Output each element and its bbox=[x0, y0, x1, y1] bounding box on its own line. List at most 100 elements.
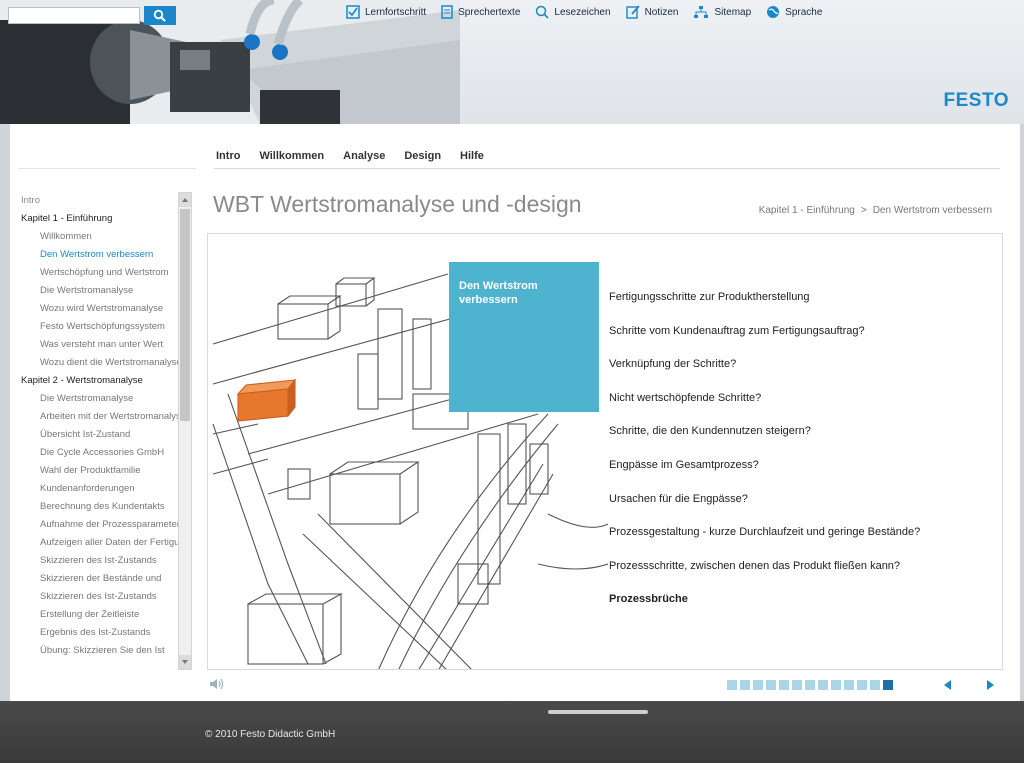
sidebar-item[interactable]: Die Cycle Accessories GmbH bbox=[18, 444, 178, 462]
sidebar-toc: Intro Kapitel 1 - Einführung Willkommen Den… bbox=[18, 192, 178, 670]
sidebar-item[interactable]: Festo Wertschöpfungssystem bbox=[18, 318, 178, 336]
progress-dot[interactable] bbox=[792, 680, 802, 690]
festo-logo: FESTO bbox=[943, 90, 1009, 111]
toolbar-lernfortschritt[interactable]: Lernfortschritt bbox=[346, 5, 426, 19]
sidebar-item[interactable]: Skizzieren der Bestände und bbox=[18, 570, 178, 588]
progress-dot[interactable] bbox=[766, 680, 776, 690]
scrollbar-thumb[interactable] bbox=[180, 209, 190, 421]
progress-dot[interactable] bbox=[740, 680, 750, 690]
question-list: Fertigungsschritte zur Produktherstellun… bbox=[609, 291, 999, 627]
arrow-up-icon bbox=[182, 198, 188, 202]
progress-icon bbox=[346, 5, 360, 19]
toolbar-notizen[interactable]: Notizen bbox=[625, 5, 679, 19]
nav-analyse[interactable]: Analyse bbox=[343, 150, 385, 162]
sidebar-scrollbar[interactable] bbox=[178, 192, 192, 670]
nav-intro[interactable]: Intro bbox=[216, 150, 240, 162]
sidebar-divider bbox=[18, 168, 196, 169]
progress-dot[interactable] bbox=[857, 680, 867, 690]
progress-dot[interactable] bbox=[727, 680, 737, 690]
sidebar-item[interactable]: Willkommen bbox=[18, 228, 178, 246]
toolbar-label: Sprechertexte bbox=[458, 6, 521, 18]
sidebar-item[interactable]: Skizzieren des Ist-Zustands bbox=[18, 588, 178, 606]
toolbar-label: Lesezeichen bbox=[554, 6, 611, 18]
sidebar-item[interactable]: Aufzeigen aller Daten der Fertigung bbox=[18, 534, 178, 552]
sidebar-item[interactable]: Berechnung des Kundentakts bbox=[18, 498, 178, 516]
document-icon bbox=[441, 5, 453, 19]
previous-button[interactable] bbox=[940, 677, 956, 693]
topic-box: Den Wertstrom verbessern bbox=[449, 262, 599, 412]
nav-willkommen[interactable]: Willkommen bbox=[259, 150, 324, 162]
progress-dot[interactable] bbox=[805, 680, 815, 690]
sidebar-item[interactable]: Übersicht Ist-Zustand bbox=[18, 426, 178, 444]
arrow-left-icon bbox=[944, 680, 951, 690]
pencil-icon bbox=[625, 5, 640, 19]
progress-dot[interactable] bbox=[779, 680, 789, 690]
header: Lernfortschritt Sprechertexte Lesezeiche… bbox=[0, 0, 1024, 124]
sidebar-item[interactable]: Intro bbox=[18, 192, 178, 210]
progress-dot[interactable] bbox=[844, 680, 854, 690]
sidebar-item[interactable]: Wozu dient die Wertstromanalyse bbox=[18, 354, 178, 372]
sidebar-chapter[interactable]: Kapitel 1 - Einführung bbox=[18, 210, 178, 228]
copyright: © 2010 Festo Didactic GmbH bbox=[205, 729, 336, 740]
breadcrumb: Kapitel 1 - Einführung > Den Wertstrom ver… bbox=[759, 205, 992, 216]
toolbar-lesezeichen[interactable]: Lesezeichen bbox=[535, 5, 611, 19]
search-input[interactable] bbox=[8, 7, 140, 24]
question-item[interactable]: Schritte vom Kundenauftrag zum Fertigung… bbox=[609, 325, 999, 359]
scroll-down-button[interactable] bbox=[179, 655, 191, 669]
topic-box-title: Den Wertstrom verbessern bbox=[459, 280, 538, 306]
sidebar-chapter[interactable]: Kapitel 2 - Wertstromanalyse bbox=[18, 372, 178, 390]
search-icon bbox=[153, 9, 166, 22]
sidebar-item[interactable]: Ergebnis des Ist-Zustands bbox=[18, 624, 178, 642]
next-button[interactable] bbox=[982, 677, 998, 693]
progress-dot[interactable] bbox=[831, 680, 841, 690]
sidebar-item[interactable]: Wozu wird Wertstromanalyse bbox=[18, 300, 178, 318]
progress-dot[interactable] bbox=[753, 680, 763, 690]
page-margin-right bbox=[1020, 124, 1024, 701]
sidebar-item[interactable]: Skizzieren des Ist-Zustands bbox=[18, 552, 178, 570]
sidebar-item[interactable]: Erstellung der Zeitleiste bbox=[18, 606, 178, 624]
question-item[interactable]: Prozessgestaltung - kurze Durchlaufzeit … bbox=[609, 526, 999, 560]
sidebar-item[interactable]: Die Wertstromanalyse bbox=[18, 282, 178, 300]
toolbar-sitemap[interactable]: Sitemap bbox=[693, 5, 751, 19]
toolbar-label: Notizen bbox=[644, 6, 679, 18]
content-panel: Den Wertstrom verbessern Fertigungsschri… bbox=[207, 233, 1003, 670]
progress-dot[interactable] bbox=[883, 680, 893, 690]
page-progress bbox=[727, 680, 896, 690]
nav-hilfe[interactable]: Hilfe bbox=[460, 150, 484, 162]
question-item[interactable]: Ursachen für die Engpässe? bbox=[609, 493, 999, 527]
sidebar-item[interactable]: Kundenanforderungen bbox=[18, 480, 178, 498]
question-item[interactable]: Fertigungsschritte zur Produktherstellun… bbox=[609, 291, 999, 325]
sidebar-item[interactable]: Den Wertstrom verbessern bbox=[18, 246, 178, 264]
progress-dot[interactable] bbox=[818, 680, 828, 690]
sidebar-item[interactable]: Was versteht man unter Wert bbox=[18, 336, 178, 354]
progress-dot[interactable] bbox=[870, 680, 880, 690]
breadcrumb-chapter[interactable]: Kapitel 1 - Einführung bbox=[759, 205, 855, 216]
sidebar-item[interactable]: Wertschöpfung und Wertstrom bbox=[18, 264, 178, 282]
sidebar-item[interactable]: Übung: Skizzieren Sie den Ist bbox=[18, 642, 178, 660]
toolbar-label: Sprache bbox=[785, 6, 823, 18]
speaker-icon[interactable] bbox=[208, 677, 226, 691]
toolbar: Lernfortschritt Sprechertexte Lesezeiche… bbox=[346, 5, 837, 19]
page-title: WBT Wertstromanalyse und -design bbox=[213, 191, 582, 217]
toolbar-sprechertexte[interactable]: Sprechertexte bbox=[441, 5, 520, 19]
sidebar-item[interactable]: Wahl der Produktfamilie bbox=[18, 462, 178, 480]
question-item[interactable]: Verknüpfung der Schritte? bbox=[609, 358, 999, 392]
page-margin-left bbox=[0, 124, 10, 701]
question-item[interactable]: Engpässe im Gesamtprozess? bbox=[609, 459, 999, 493]
search-button[interactable] bbox=[144, 6, 176, 25]
sidebar-item[interactable]: Arbeiten mit der Wertstromanalyse bbox=[18, 408, 178, 426]
footer-handle[interactable] bbox=[548, 710, 648, 714]
breadcrumb-separator: > bbox=[860, 205, 867, 216]
question-item[interactable]: Schritte, die den Kundennutzen steigern? bbox=[609, 425, 999, 459]
scroll-up-button[interactable] bbox=[179, 193, 191, 207]
sidebar-item[interactable]: Aufnahme der Prozessparameter bbox=[18, 516, 178, 534]
sitemap-icon bbox=[694, 6, 709, 18]
toolbar-label: Sitemap bbox=[714, 6, 752, 18]
sidebar-item[interactable]: Die Wertstromanalyse bbox=[18, 390, 178, 408]
question-item[interactable]: Nicht wertschöpfende Schritte? bbox=[609, 392, 999, 426]
question-item[interactable]: Prozessschritte, zwischen denen das Prod… bbox=[609, 560, 999, 594]
question-item[interactable]: Prozessbrüche bbox=[609, 593, 999, 627]
nav-design[interactable]: Design bbox=[404, 150, 441, 162]
toolbar-sprache[interactable]: Sprache bbox=[766, 5, 822, 19]
breadcrumb-current: Den Wertstrom verbessern bbox=[872, 205, 992, 216]
